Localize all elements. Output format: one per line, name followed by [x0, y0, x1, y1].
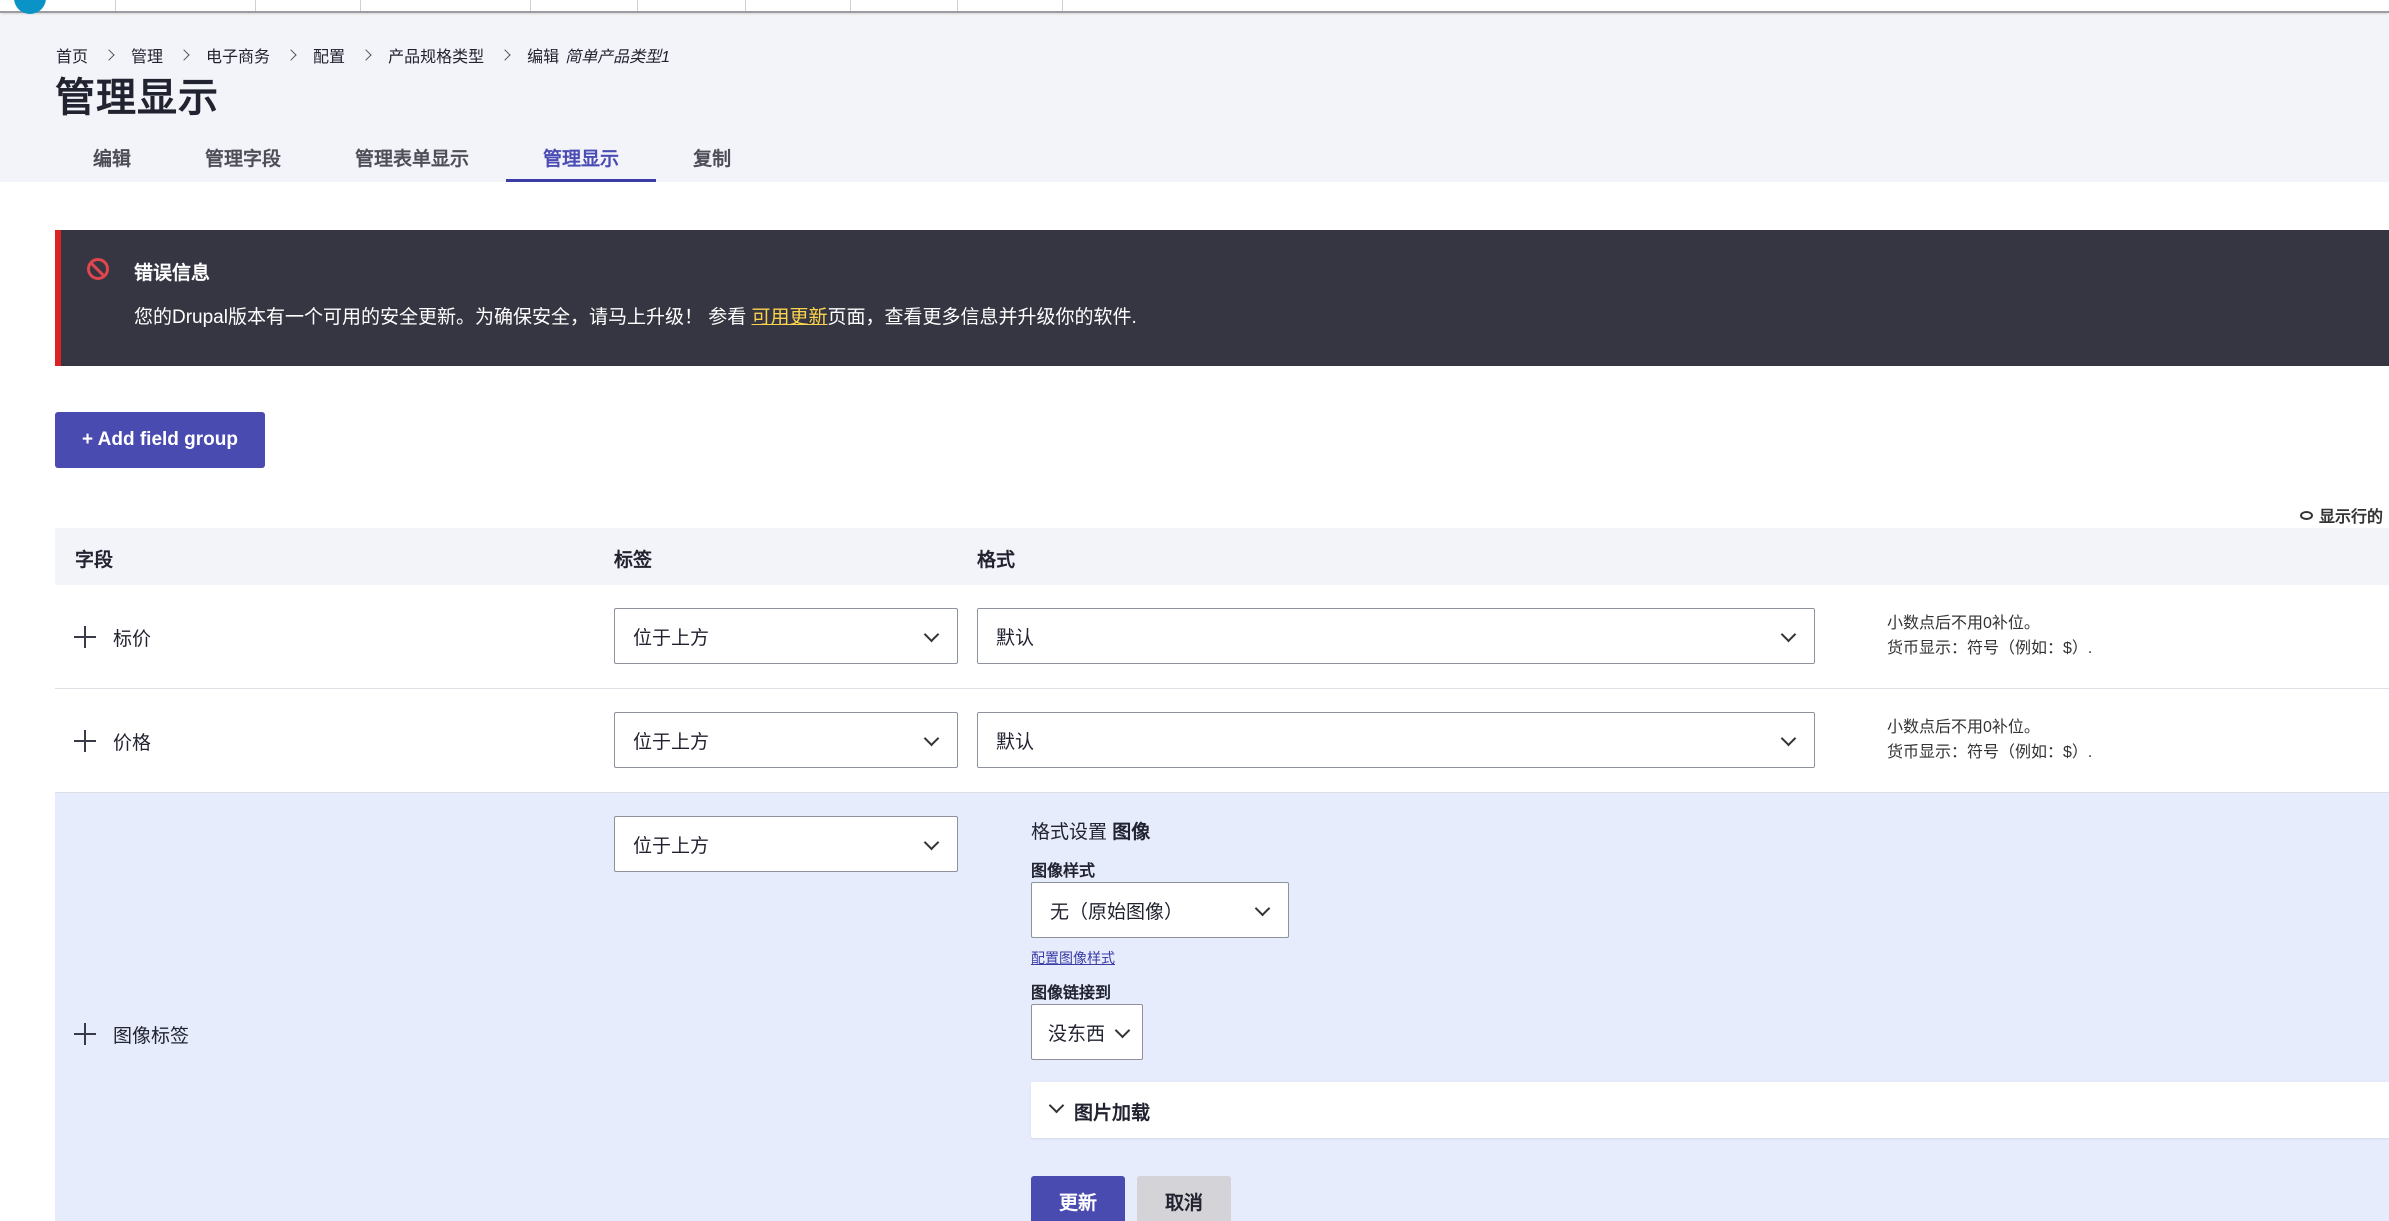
- image-loading-details[interactable]: 图片加载: [1031, 1082, 2389, 1138]
- drag-handle-icon[interactable]: [72, 728, 98, 754]
- configure-image-styles-link[interactable]: 配置图像样式: [1031, 948, 1115, 968]
- chevron-right-icon: [285, 49, 297, 61]
- chevron-down-icon: [1254, 900, 1271, 917]
- format-select-value: 默认: [996, 627, 1035, 649]
- primary-tabs: 编辑 管理字段 管理表单显示 管理显示 复制: [56, 132, 768, 182]
- add-field-group-button[interactable]: + Add field group: [55, 412, 265, 468]
- toolbar-divider: [1062, 0, 1063, 11]
- chevron-down-icon: [1114, 1022, 1131, 1039]
- page-root: 首页 管理 电子商务 配置 产品规格类型 编辑 简单产品类型1 管理显示 编辑 管…: [0, 0, 2389, 1221]
- format-summary-line: 小数点后不用0补位。: [1887, 719, 2040, 736]
- chevron-right-icon: [178, 49, 190, 61]
- table-row: 标价 位于上方 默认 小数点后不用0补位。 货币显示：符号（例如：$）.: [55, 585, 2389, 689]
- image-link-label: 图像链接到: [1031, 985, 1112, 1002]
- drag-handle-icon[interactable]: [72, 1021, 98, 1047]
- available-updates-link[interactable]: 可用更新: [752, 307, 828, 328]
- toolbar-divider: [637, 0, 638, 11]
- label-select-value: 位于上方: [633, 835, 710, 857]
- table-row: 价格 位于上方 默认 小数点后不用0补位。 货币显示：符号（例如：$）.: [55, 689, 2389, 793]
- format-summary-line: 小数点后不用0补位。: [1887, 615, 2040, 632]
- format-summary: 小数点后不用0补位。 货币显示：符号（例如：$）.: [1887, 715, 2092, 765]
- chevron-down-icon: [923, 730, 940, 747]
- page-title: 管理显示: [55, 76, 219, 120]
- cancel-button[interactable]: 取消: [1137, 1176, 1231, 1221]
- error-text-before: 您的Drupal版本有一个可用的安全更新。为确保安全，请马上升级！ 参看: [134, 307, 752, 328]
- format-select[interactable]: 默认: [977, 608, 1815, 664]
- toolbar-divider: [255, 0, 256, 11]
- image-link-select[interactable]: 没东西: [1031, 1004, 1143, 1060]
- chevron-right-icon: [360, 49, 372, 61]
- chevron-down-icon: [923, 626, 940, 643]
- error-text-after: 页面，查看更多信息并升级你的软件.: [827, 307, 1137, 328]
- image-style-label: 图像样式: [1031, 863, 1096, 880]
- chevron-down-icon: [923, 834, 940, 851]
- breadcrumb-item-config[interactable]: 配置: [313, 43, 345, 67]
- format-settings-name: 图像: [1112, 822, 1151, 843]
- error-text: 您的Drupal版本有一个可用的安全更新。为确保安全，请马上升级！ 参看 可用更…: [134, 302, 1137, 329]
- format-settings-title: 格式设置 图像: [1031, 817, 1150, 844]
- format-select-value: 默认: [996, 731, 1035, 753]
- tab-manage-form-display[interactable]: 管理表单显示: [318, 132, 506, 182]
- format-summary-line: 货币显示：符号（例如：$）.: [1887, 640, 2093, 657]
- show-row-weights-toggle[interactable]: 显示行的: [2300, 503, 2383, 527]
- error-message: 错误信息 您的Drupal版本有一个可用的安全更新。为确保安全，请马上升级！ 参…: [55, 230, 2389, 366]
- label-select[interactable]: 位于上方: [614, 608, 958, 664]
- field-name: 图像标签: [113, 1026, 190, 1047]
- label-select-value: 位于上方: [633, 731, 710, 753]
- format-summary: 小数点后不用0补位。 货币显示：符号（例如：$）.: [1887, 611, 2092, 661]
- chevron-down-icon: [1048, 1097, 1065, 1114]
- chevron-right-icon: [499, 49, 511, 61]
- drag-handle-icon[interactable]: [72, 624, 98, 650]
- format-settings-prefix: 格式设置: [1031, 822, 1108, 843]
- drupal-logo-icon[interactable]: [14, 0, 46, 14]
- toolbar-divider: [957, 0, 958, 11]
- page-header: 首页 管理 电子商务 配置 产品规格类型 编辑 简单产品类型1 管理显示 编辑 管…: [0, 15, 2389, 182]
- eye-icon: [2300, 510, 2313, 520]
- breadcrumb-edit-prefix: 编辑: [527, 49, 560, 66]
- field-name: 标价: [113, 629, 152, 650]
- field-name: 价格: [113, 733, 152, 754]
- tab-duplicate[interactable]: 复制: [656, 132, 768, 182]
- breadcrumb-item-commerce[interactable]: 电子商务: [206, 43, 270, 67]
- tab-manage-display[interactable]: 管理显示: [506, 132, 657, 182]
- admin-toolbar: [0, 0, 2389, 14]
- error-icon: [87, 258, 109, 280]
- breadcrumb-item-home[interactable]: 首页: [56, 43, 88, 67]
- label-select[interactable]: 位于上方: [614, 712, 958, 768]
- breadcrumb-item-admin[interactable]: 管理: [131, 43, 163, 67]
- image-style-value: 无（原始图像）: [1050, 901, 1184, 923]
- column-header-field: 字段: [75, 550, 114, 571]
- breadcrumb-item-edit[interactable]: 编辑 简单产品类型1: [527, 43, 670, 67]
- image-link-value: 没东西: [1048, 1023, 1106, 1045]
- format-select[interactable]: 默认: [977, 712, 1815, 768]
- chevron-down-icon: [1780, 730, 1797, 747]
- chevron-down-icon: [1780, 626, 1797, 643]
- breadcrumb-edit-name: 简单产品类型1: [565, 49, 670, 66]
- breadcrumb: 首页 管理 电子商务 配置 产品规格类型 编辑 简单产品类型1: [56, 43, 670, 67]
- image-style-select[interactable]: 无（原始图像）: [1031, 882, 1289, 938]
- label-select[interactable]: 位于上方: [614, 816, 958, 872]
- toolbar-divider: [850, 0, 851, 11]
- tab-edit[interactable]: 编辑: [56, 132, 168, 182]
- toolbar-divider: [115, 0, 116, 11]
- tab-manage-fields[interactable]: 管理字段: [168, 132, 318, 182]
- column-header-format: 格式: [977, 550, 1016, 571]
- toolbar-divider: [745, 0, 746, 11]
- error-title: 错误信息: [134, 263, 211, 284]
- toolbar-divider: [360, 0, 361, 11]
- update-button[interactable]: 更新: [1031, 1176, 1125, 1221]
- chevron-right-icon: [103, 49, 115, 61]
- breadcrumb-item-variation-types[interactable]: 产品规格类型: [388, 43, 484, 67]
- format-summary-line: 货币显示：符号（例如：$）.: [1887, 744, 2093, 761]
- table-row-expanded: 图像标签 位于上方 格式设置 图像 图像样式 无（原始图像） 配置图像样式 图像…: [55, 793, 2389, 1221]
- image-loading-label: 图片加载: [1074, 1103, 1151, 1124]
- toolbar-divider: [530, 0, 531, 11]
- label-select-value: 位于上方: [633, 627, 710, 649]
- table-header: 字段 标签 格式: [55, 528, 2389, 585]
- show-row-weights-label: 显示行的: [2319, 509, 2384, 526]
- column-header-label: 标签: [614, 550, 653, 571]
